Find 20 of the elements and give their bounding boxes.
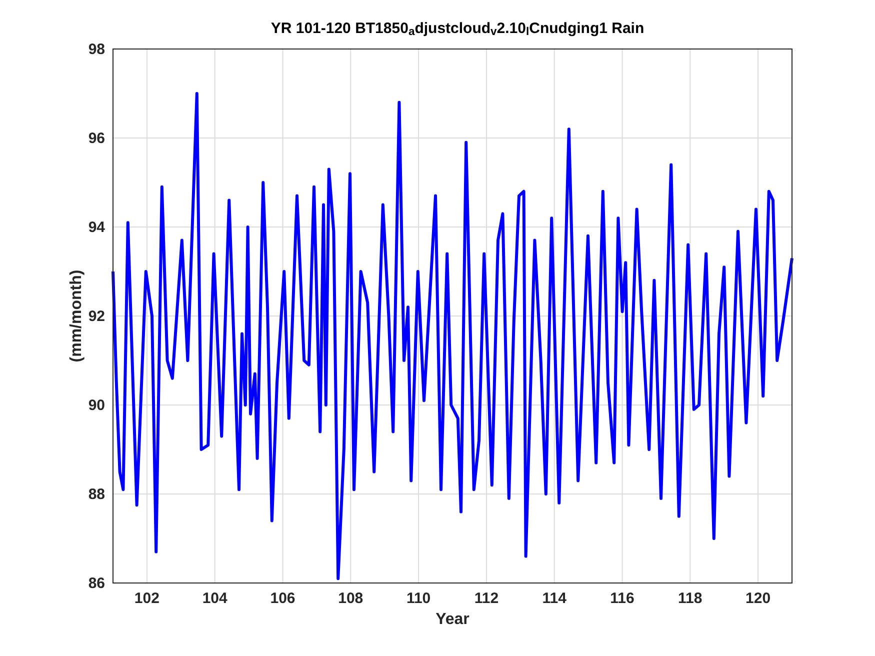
x-tick-label: 108	[338, 590, 364, 607]
x-tick-label: 102	[134, 590, 160, 607]
x-tick-label: 110	[406, 590, 431, 607]
x-tick-label: 116	[610, 590, 634, 607]
chart-title: YR 101-120 BT1850$_{a}$djustcloud$_{v}$2.10$_{l}$Cnudging1 Rain	[270, 18, 644, 40]
y-tick-label: 98	[88, 41, 105, 58]
y-tick-label: 86	[88, 575, 105, 592]
x-tick-label: 106	[270, 590, 296, 607]
x-tick-label: 112	[474, 590, 499, 607]
x-tick-label: 120	[746, 590, 771, 607]
y-tick-label: 96	[88, 130, 105, 147]
y-tick-label: 92	[88, 308, 105, 325]
y-tick-label: 88	[88, 486, 105, 503]
y-axis-label: (mm/month)	[68, 270, 85, 362]
x-tick-label: 114	[542, 590, 566, 607]
x-tick-label: 118	[678, 590, 702, 607]
y-tick-label: 90	[88, 397, 105, 414]
x-axis-label: Year	[436, 611, 470, 628]
x-tick-label: 104	[202, 590, 228, 607]
y-tick-label: 94	[88, 219, 105, 236]
